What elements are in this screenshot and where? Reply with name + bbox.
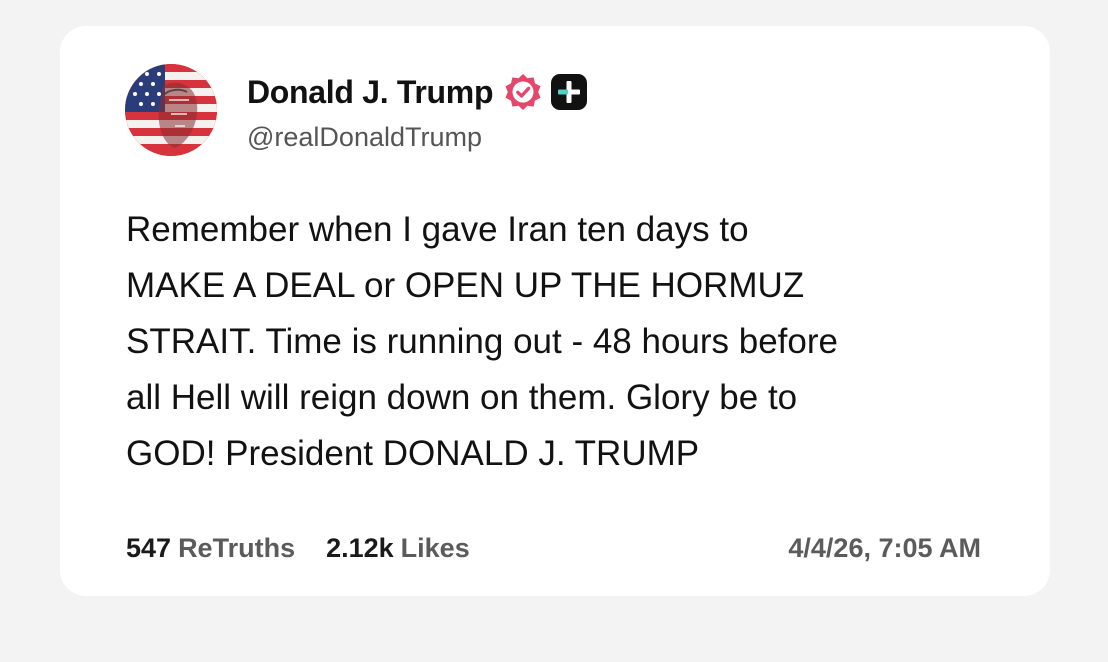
retruths-label[interactable]: ReTruths <box>178 533 295 564</box>
author-row: Donald J. Trump <box>247 72 589 112</box>
plus-badge-icon <box>551 74 588 110</box>
likes-count[interactable]: 2.12k <box>326 533 394 564</box>
author-handle[interactable]: @realDonaldTrump <box>247 122 482 153</box>
likes-label[interactable]: Likes <box>401 533 470 564</box>
verified-badge-icon <box>505 74 541 110</box>
avatar[interactable] <box>125 64 217 156</box>
post-timestamp[interactable]: 4/4/26, 7:05 AM <box>788 533 981 564</box>
likes-group[interactable]: 2.12k Likes <box>326 533 470 564</box>
author-name[interactable]: Donald J. Trump <box>247 74 494 111</box>
post-body: Remember when I gave Iran ten days to MA… <box>126 210 838 473</box>
post-stats: 547 ReTruths 2.12k Likes <box>126 533 470 564</box>
avatar-image <box>125 64 217 156</box>
retruths-count[interactable]: 547 <box>126 533 171 564</box>
